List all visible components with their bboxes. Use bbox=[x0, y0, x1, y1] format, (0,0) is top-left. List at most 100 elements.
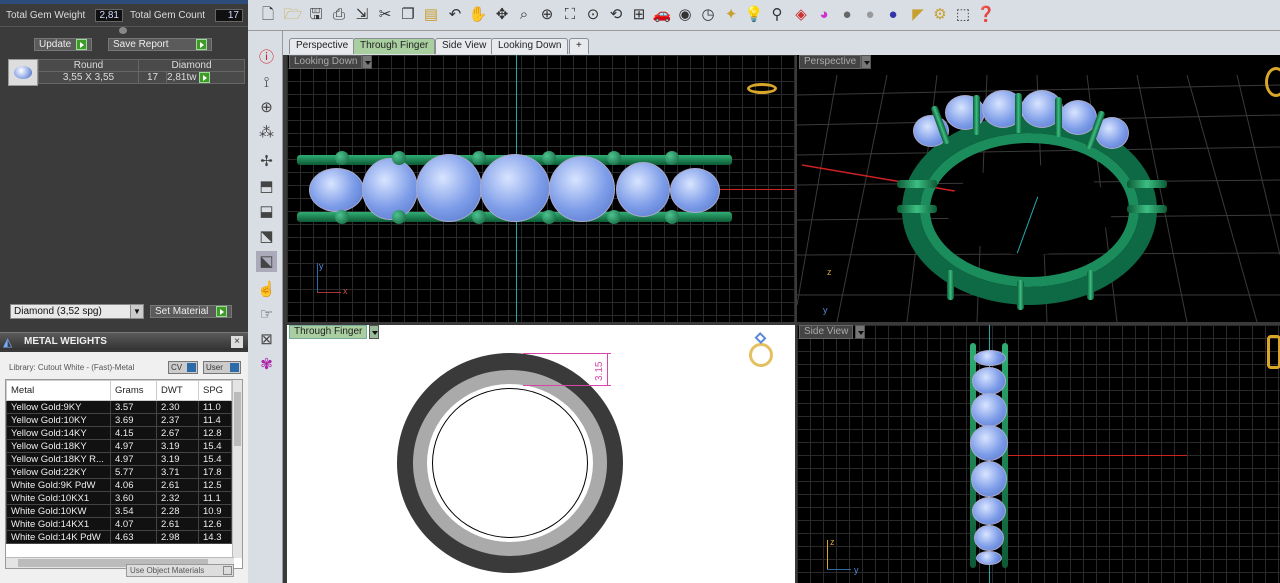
total-gem-count-value[interactable]: 17 bbox=[215, 9, 243, 22]
viewport-layout-icon[interactable]: ⊞ bbox=[629, 5, 649, 25]
info-icon[interactable]: ⓘ bbox=[256, 47, 277, 68]
col-metal[interactable]: Metal bbox=[6, 380, 111, 401]
chevron-down-icon[interactable] bbox=[861, 55, 871, 69]
globe-icon[interactable]: ⊕ bbox=[256, 97, 277, 118]
chevron-down-icon[interactable] bbox=[369, 325, 379, 339]
bulb-icon[interactable]: 💡 bbox=[744, 5, 764, 25]
lamp-icon[interactable]: ⚲ bbox=[767, 5, 787, 25]
table-row[interactable]: White Gold:14K PdW 4.63 2.98 14.3 bbox=[6, 530, 232, 544]
print-icon[interactable]: ⎙ bbox=[329, 5, 349, 25]
plugin-icon[interactable]: ✾ bbox=[256, 354, 277, 375]
tab-side-view[interactable]: Side View bbox=[435, 38, 494, 54]
table-row[interactable]: Yellow Gold:22KY 5.77 3.71 17.8 bbox=[6, 465, 232, 479]
save-report-button[interactable]: Save Report bbox=[108, 38, 212, 51]
view-cube-side-icon[interactable]: ⬔ bbox=[256, 226, 277, 247]
set-material-button[interactable]: Set Material bbox=[150, 305, 232, 318]
viewport-side-view[interactable]: Side View z y bbox=[797, 325, 1280, 583]
color-wheel-icon[interactable]: ◕ bbox=[814, 5, 834, 25]
settings-gear-icon[interactable]: ⚙ bbox=[930, 5, 950, 25]
help-icon[interactable]: ❓ bbox=[976, 5, 996, 25]
gem bbox=[670, 168, 720, 213]
viewport-label-through-finger[interactable]: Through Finger bbox=[289, 325, 368, 339]
view-cube-top-icon[interactable]: ⬓ bbox=[256, 201, 277, 222]
update-button[interactable]: Update bbox=[34, 38, 92, 51]
tab-through-finger[interactable]: Through Finger bbox=[353, 38, 436, 54]
axis-tripod-icon[interactable]: ⟟ bbox=[256, 72, 277, 93]
col-grams[interactable]: Grams bbox=[110, 380, 157, 401]
prong-bead bbox=[665, 210, 679, 224]
tab-perspective[interactable]: Perspective bbox=[289, 38, 356, 54]
export-icon[interactable]: ⇲ bbox=[352, 5, 372, 25]
select-region-icon[interactable]: ⬚ bbox=[953, 5, 973, 25]
viewport-perspective[interactable]: Perspective z y bbox=[797, 55, 1280, 322]
use-object-materials-toggle[interactable]: Use Object Materials bbox=[126, 564, 234, 577]
viewport-label-perspective[interactable]: Perspective bbox=[799, 55, 862, 69]
sphere-render-icon[interactable]: ● bbox=[883, 5, 903, 25]
view-cube-iso-icon[interactable]: ⬕ bbox=[256, 251, 277, 272]
save-icon[interactable]: 🖫 bbox=[306, 5, 326, 25]
material-select[interactable]: Diamond (3,52 spg) ▼ bbox=[10, 304, 144, 319]
transform-icon[interactable]: ✢ bbox=[256, 151, 277, 172]
material-select-value: Diamond (3,52 spg) bbox=[14, 306, 102, 317]
paste-icon[interactable]: ▤ bbox=[421, 5, 441, 25]
car-icon[interactable]: 🚗 bbox=[652, 5, 672, 25]
table-row[interactable]: White Gold:14KX1 4.07 2.61 12.6 bbox=[6, 517, 232, 531]
view-cube-front-icon[interactable]: ⬒ bbox=[256, 176, 277, 197]
viewport-label-side-view[interactable]: Side View bbox=[799, 325, 854, 339]
rotate-view-icon[interactable]: ⟲ bbox=[606, 5, 626, 25]
new-file-icon[interactable]: 🗋 bbox=[258, 5, 278, 25]
table-row[interactable]: White Gold:10KW 3.54 2.28 10.9 bbox=[6, 504, 232, 518]
table-row[interactable]: White Gold:9K PdW 4.06 2.61 12.5 bbox=[6, 478, 232, 492]
tab-looking-down[interactable]: Looking Down bbox=[491, 38, 569, 54]
splitter[interactable] bbox=[0, 26, 248, 35]
move-view-icon[interactable]: ✥ bbox=[492, 5, 512, 25]
close-icon[interactable]: × bbox=[231, 336, 243, 348]
eye-icon[interactable]: ◉ bbox=[675, 5, 695, 25]
table-row[interactable]: Yellow Gold:18KY R... 4.97 3.19 15.4 bbox=[6, 452, 232, 466]
pointer-move-icon[interactable]: ☞ bbox=[256, 304, 277, 325]
chevron-down-icon[interactable] bbox=[855, 325, 865, 339]
clock-icon[interactable]: ◷ bbox=[698, 5, 718, 25]
tab-add[interactable]: + bbox=[569, 38, 589, 54]
viewport-label-looking-down[interactable]: Looking Down bbox=[289, 55, 363, 69]
gem-weight-cell[interactable]: 2,81tw bbox=[166, 70, 245, 85]
light-icon[interactable]: ✦ bbox=[721, 5, 741, 25]
user-toggle[interactable]: User bbox=[203, 361, 241, 374]
col-spg[interactable]: SPG bbox=[198, 380, 232, 401]
table-row[interactable]: Yellow Gold:14KY 4.15 2.67 12.8 bbox=[6, 426, 232, 440]
zoom-window-icon[interactable]: ⊕ bbox=[537, 5, 557, 25]
table-cell: 3.54 bbox=[110, 504, 157, 518]
zoom-selected-icon[interactable]: ⊙ bbox=[583, 5, 603, 25]
zoom-icon[interactable]: ⌕ bbox=[514, 5, 534, 25]
cut-icon[interactable]: ✂ bbox=[375, 5, 395, 25]
table-row[interactable]: White Gold:10KX1 3.60 2.32 11.1 bbox=[6, 491, 232, 505]
zoom-extents-icon[interactable]: ⛶ bbox=[560, 5, 580, 25]
table-row[interactable]: Yellow Gold:10KY 3.69 2.37 11.4 bbox=[6, 413, 232, 427]
vertical-scrollbar[interactable] bbox=[232, 380, 242, 558]
prong bbox=[1017, 280, 1024, 310]
material-icon[interactable]: ◈ bbox=[791, 5, 811, 25]
sphere-shaded-icon[interactable]: ● bbox=[837, 5, 857, 25]
table-row[interactable]: Yellow Gold:18KY 4.97 3.19 15.4 bbox=[6, 439, 232, 453]
gem-shape-icon[interactable] bbox=[8, 59, 38, 86]
viewport-looking-down[interactable]: Looking Down y x bbox=[287, 55, 795, 322]
sphere-metal-icon[interactable]: ● bbox=[860, 5, 880, 25]
frame-icon[interactable]: ⊠ bbox=[256, 329, 277, 350]
pan-hand-icon[interactable]: ✋ bbox=[468, 5, 488, 25]
copy-icon[interactable]: ❐ bbox=[398, 5, 418, 25]
pointer-icon[interactable]: ☝ bbox=[256, 279, 277, 300]
cv-toggle[interactable]: CV bbox=[168, 361, 198, 374]
undo-icon[interactable]: ↶ bbox=[445, 5, 465, 25]
table-cell: 2.61 bbox=[156, 517, 199, 531]
viewport-through-finger[interactable]: Through Finger 3.15 bbox=[287, 325, 795, 583]
render-cone-icon[interactable]: ◤ bbox=[908, 5, 928, 25]
prong bbox=[1055, 97, 1062, 137]
save-report-label: Save Report bbox=[113, 39, 169, 50]
col-dwt[interactable]: DWT bbox=[156, 380, 199, 401]
table-row[interactable]: Yellow Gold:9KY 3.57 2.30 11.0 bbox=[6, 400, 232, 414]
chevron-down-icon[interactable] bbox=[362, 55, 372, 69]
gem-header-diamond: Diamond bbox=[138, 59, 245, 72]
open-folder-icon[interactable]: 🗁 bbox=[283, 5, 303, 25]
total-gem-weight-value[interactable]: 2,81 bbox=[95, 9, 123, 22]
molecule-icon[interactable]: ⁂ bbox=[256, 122, 277, 143]
